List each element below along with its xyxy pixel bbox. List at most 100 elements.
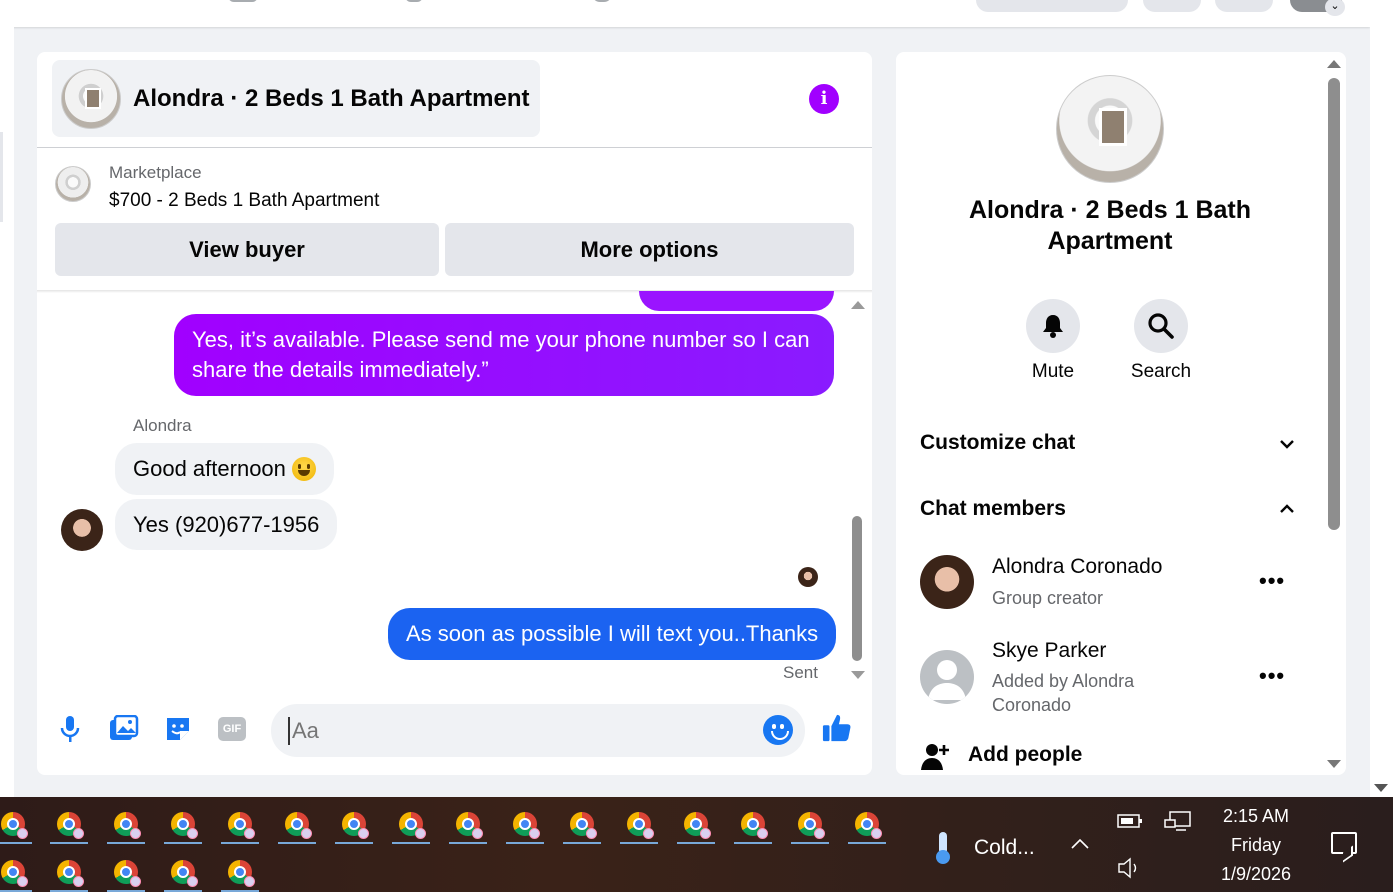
sent-message-bubble[interactable]: Yes, it’s available. Please send me your… <box>174 314 834 396</box>
listing-avatar <box>61 68 121 129</box>
system-clock[interactable]: 2:15 AM Friday 1/9/2026 <box>1210 802 1302 889</box>
microphone-icon[interactable] <box>55 714 85 744</box>
taskbar-chrome-window[interactable] <box>278 800 316 844</box>
taskbar-chrome-window[interactable] <box>164 800 202 844</box>
marketplace-label: Marketplace <box>109 163 202 182</box>
sticker-icon[interactable] <box>163 714 193 744</box>
chat-members-section[interactable]: Chat members <box>920 497 1066 521</box>
info-icon[interactable]: i <box>809 84 839 114</box>
member-avatar[interactable] <box>920 650 974 704</box>
chevron-down-icon[interactable] <box>1279 436 1295 452</box>
scroll-down-arrow-icon[interactable] <box>1327 760 1341 768</box>
chrome-icon <box>285 812 312 839</box>
mute-button[interactable] <box>1026 299 1080 353</box>
previous-message-bubble[interactable] <box>639 291 834 311</box>
taskbar-chrome-window[interactable] <box>848 800 886 844</box>
search-button[interactable] <box>1134 299 1188 353</box>
profile-badge-icon <box>643 828 654 839</box>
listing-title[interactable]: $700 - 2 Beds 1 Bath Apartment <box>109 190 379 212</box>
search-label: Search <box>1130 361 1192 382</box>
scrollbar-thumb[interactable] <box>852 516 862 661</box>
profile-badge-icon <box>700 828 711 839</box>
sent-message-bubble[interactable]: As soon as possible I will text you..Tha… <box>388 608 837 660</box>
member-avatar[interactable] <box>920 555 974 609</box>
taskbar-chrome-window[interactable] <box>677 800 715 844</box>
nav-icon[interactable] <box>405 0 423 2</box>
taskbar-chrome-window[interactable] <box>0 848 32 892</box>
chevron-up-icon[interactable] <box>1070 836 1090 850</box>
message-input[interactable] <box>288 717 748 745</box>
nav-icon[interactable] <box>592 0 612 2</box>
taskbar-chrome-window[interactable] <box>221 800 259 844</box>
nav-search-pill[interactable] <box>976 0 1128 12</box>
chrome-icon <box>171 812 198 839</box>
gif-icon[interactable]: GIF <box>217 714 247 744</box>
thumbs-up-icon[interactable] <box>822 713 852 743</box>
thermometer-icon <box>928 832 956 864</box>
more-options-button[interactable]: More options <box>445 223 854 276</box>
taskbar-chrome-window[interactable] <box>392 800 430 844</box>
photo-icon[interactable] <box>109 714 139 744</box>
taskbar-chrome-window[interactable] <box>50 848 88 892</box>
taskbar-chrome-window[interactable] <box>563 800 601 844</box>
messages-scrollbar[interactable] <box>849 297 865 687</box>
member-options-icon[interactable]: ••• <box>1259 663 1285 689</box>
scroll-down-arrow-icon[interactable] <box>851 671 865 679</box>
message-composer[interactable] <box>271 704 805 757</box>
chrome-icon <box>114 812 141 839</box>
chat-header[interactable]: Alondra · 2 Beds 1 Bath Apartment <box>52 60 540 137</box>
add-people-label[interactable]: Add people <box>968 743 1082 767</box>
profile-badge-icon <box>358 828 369 839</box>
taskbar-chrome-window[interactable] <box>0 800 32 844</box>
chrome-icon <box>57 812 84 839</box>
taskbar-chrome-window[interactable] <box>791 800 829 844</box>
taskbar-chrome-window[interactable] <box>164 848 202 892</box>
emoji-icon[interactable] <box>763 715 793 745</box>
sender-avatar[interactable] <box>61 509 103 551</box>
received-message-bubble[interactable]: Good afternoon <box>115 443 334 495</box>
taskbar-chrome-window[interactable] <box>107 800 145 844</box>
info-panel-scrollbar[interactable] <box>1326 58 1342 770</box>
customize-chat-section[interactable]: Customize chat <box>920 431 1075 455</box>
profile-badge-icon <box>187 876 198 887</box>
received-message-bubble[interactable]: Yes (920)677-1956 <box>115 499 338 550</box>
message-text: As soon as possible I will text you..Tha… <box>406 621 819 646</box>
scrollbar-thumb[interactable] <box>1328 78 1340 530</box>
scroll-up-arrow-icon[interactable] <box>1327 60 1341 68</box>
taskbar-chrome-window[interactable] <box>221 848 259 892</box>
member-role: Group creator <box>992 588 1104 608</box>
taskbar-chrome-window[interactable] <box>506 800 544 844</box>
chrome-icon <box>1 860 28 887</box>
nav-messenger-button[interactable] <box>1215 0 1273 12</box>
taskbar-chrome-window[interactable] <box>449 800 487 844</box>
listing-thumbnail[interactable] <box>55 166 91 202</box>
taskbar-chrome-window[interactable] <box>335 800 373 844</box>
taskbar-chrome-window[interactable] <box>620 800 658 844</box>
member-options-icon[interactable]: ••• <box>1259 568 1285 594</box>
profile-badge-icon <box>871 828 882 839</box>
add-people-icon[interactable] <box>920 741 950 771</box>
nav-menu-button[interactable] <box>1143 0 1201 12</box>
chat-info-panel: Alondra · 2 Beds 1 Bath Apartment Mute S… <box>896 52 1346 775</box>
volume-icon[interactable] <box>1117 856 1143 880</box>
view-buyer-button[interactable]: View buyer <box>55 223 439 276</box>
taskbar-chrome-window[interactable] <box>734 800 772 844</box>
message-text: Yes (920)677-1956 <box>133 511 320 537</box>
member-name[interactable]: Skye Parker <box>992 639 1106 663</box>
taskbar-chrome-window[interactable] <box>50 800 88 844</box>
profile-badge-icon <box>17 876 28 887</box>
chrome-icon <box>228 860 255 887</box>
chevron-up-icon[interactable] <box>1279 501 1295 517</box>
weather-widget[interactable]: Cold... <box>928 832 1035 864</box>
battery-icon[interactable] <box>1117 812 1143 830</box>
network-icon[interactable] <box>1164 810 1192 834</box>
scroll-down-arrow-icon[interactable] <box>1374 784 1388 792</box>
page-scrollbar[interactable] <box>1370 0 1393 797</box>
notification-center-icon[interactable] <box>1331 832 1357 854</box>
chevron-down-icon[interactable]: ⌄ <box>1325 0 1345 16</box>
member-name[interactable]: Alondra Coronado <box>992 555 1162 579</box>
taskbar-chrome-window[interactable] <box>107 848 145 892</box>
profile-badge-icon <box>73 828 84 839</box>
nav-icon[interactable] <box>228 0 258 2</box>
scroll-up-arrow-icon[interactable] <box>851 301 865 309</box>
